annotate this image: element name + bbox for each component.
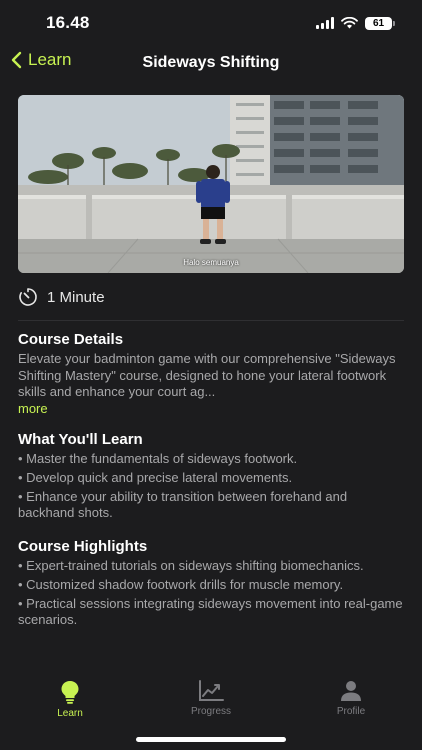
list-item: • Enhance your ability to transition bet…: [18, 489, 348, 520]
status-bar: 16.48 61: [0, 0, 422, 46]
tab-progress-label: Progress: [190, 706, 231, 717]
page-title: Sideways Shifting: [142, 54, 280, 71]
cellular-signal-icon: [316, 17, 334, 29]
nav-bar: Learn Sideways Shifting: [0, 46, 422, 80]
chevron-left-icon: [11, 51, 22, 69]
tab-progress[interactable]: Progress: [161, 680, 261, 717]
status-icons: 61: [316, 16, 395, 30]
list-item: • Develop quick and precise lateral move…: [18, 470, 293, 485]
list-item: • Customized shadow footwork drills for …: [18, 577, 344, 592]
more-link[interactable]: more: [18, 401, 406, 418]
list-item: • Master the fundamentals of sideways fo…: [18, 451, 298, 466]
status-time: 16.48: [46, 13, 90, 32]
battery-icon: 61: [365, 16, 395, 30]
chart-icon: [199, 680, 224, 701]
back-label: Learn: [28, 50, 72, 69]
back-button[interactable]: Learn: [10, 50, 71, 70]
duration-label: 1 Minute: [47, 288, 105, 306]
course-description: Elevate your badminton game with our com…: [18, 351, 396, 399]
highlights-list: • Expert-trained tutorials on sideways s…: [18, 558, 406, 628]
list-item: • Practical sessions integrating sideway…: [18, 596, 403, 627]
wifi-icon: [341, 17, 358, 29]
person-icon: [341, 681, 361, 701]
tab-profile-label: Profile: [336, 706, 366, 717]
lightbulb-icon: [61, 681, 79, 704]
course-highlights-title: Course Highlights: [18, 538, 148, 555]
divider: [18, 320, 404, 321]
course-details-title: Course Details: [18, 331, 124, 348]
timer-icon: [19, 288, 37, 306]
course-duration: 1 Minute: [18, 287, 105, 307]
tab-profile[interactable]: Profile: [301, 680, 401, 717]
home-indicator[interactable]: [136, 737, 286, 742]
course-content[interactable]: Course Details Elevate your badminton ga…: [18, 331, 406, 664]
list-item: • Expert-trained tutorials on sideways s…: [18, 558, 364, 573]
video-frame: [18, 95, 404, 273]
what-you-learn-title: What You'll Learn: [18, 431, 143, 448]
tab-learn-label: Learn: [57, 708, 83, 719]
video-player[interactable]: Halo semuanya: [18, 95, 404, 273]
tab-learn[interactable]: Learn: [20, 680, 120, 719]
learn-list: • Master the fundamentals of sideways fo…: [18, 451, 406, 521]
tab-bar: Learn Progress Profile: [0, 668, 422, 750]
video-caption: Halo semuanya: [183, 258, 239, 267]
